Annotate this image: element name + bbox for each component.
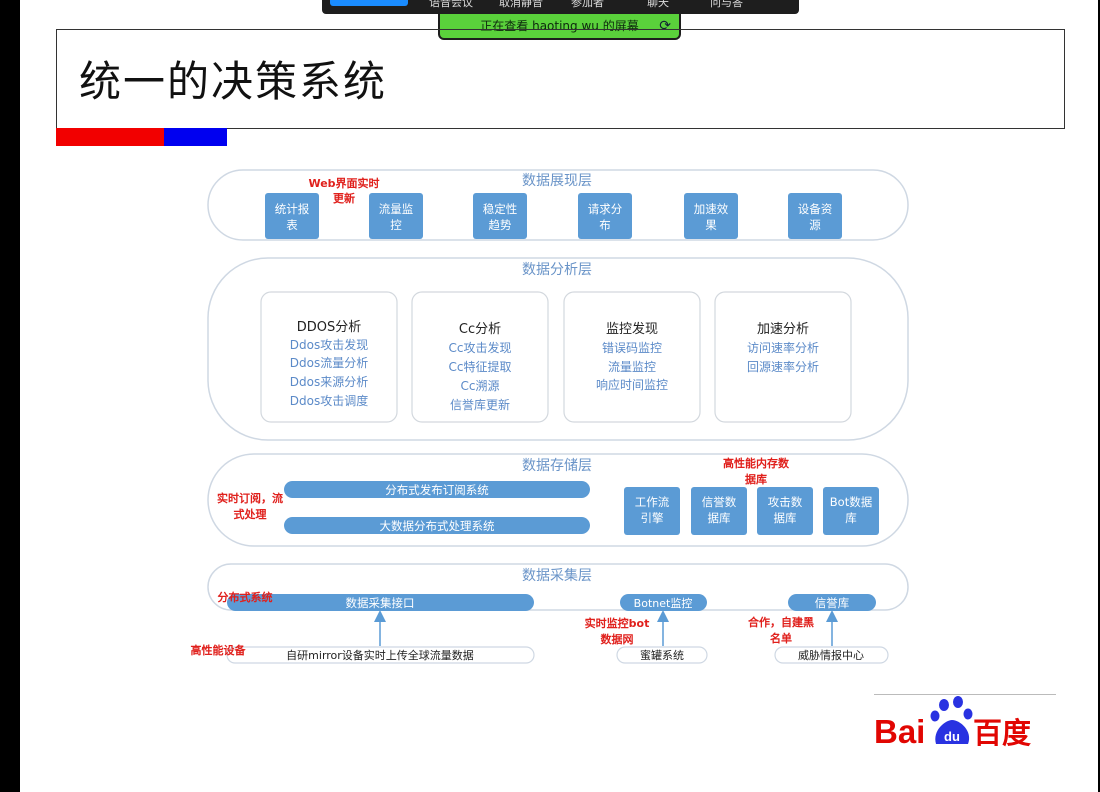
logo-text-chinese: 百度 [973,717,1031,750]
baidu-logo: Bai du 百度 [874,694,1056,750]
reputation-db-bar: 信誉库 [788,594,876,611]
storage-box-line1: 工作流 [635,495,670,509]
stream-processing-note-line1: 实时订阅，流 [217,491,283,505]
bot-monitor-note-line1: 实时监控bot [585,616,650,630]
analysis-layer-title: 数据分析层 [522,262,592,278]
bigdata-system-label: 大数据分布式处理系统 [380,519,495,533]
presentation-box-line2: 果 [705,218,717,232]
analysis-card-item: 回源速率分析 [747,359,819,374]
logo-paw-text: du [944,729,960,744]
logo-text-bai: Bai [874,713,925,750]
analysis-card-monitoring: 监控发现 错误码监控 流量监控 响应时间监控 [563,291,701,423]
analysis-card-item: 流量监控 [608,360,656,374]
stream-processing-note-line2: 式处理 [234,507,267,521]
presentation-box-line2: 控 [390,218,402,232]
storage-box: 攻击数 据库 [757,487,813,535]
analysis-card-item: 信誉库更新 [450,397,510,412]
bot-monitor-note-line2: 数据网 [601,632,634,646]
analysis-card-item: Ddos攻击调度 [290,393,368,408]
analysis-card-cc: Cc分析 Cc攻击发现 Cc特征提取 Cc溯源 信誉库更新 [411,291,549,423]
botnet-monitor-label: Botnet监控 [634,596,693,610]
architecture-diagram: 数据展现层 数据分析层 数据存储层 数据采集层 统计报 表 流量监 控 稳定性 … [191,169,909,664]
storage-box-line2: 引擎 [641,511,664,525]
analysis-card-item: 访问速率分析 [747,340,819,355]
blacklist-note-line1: 合作，自建黑 [748,615,814,629]
paw-icon: du [930,696,973,744]
presentation-box-line1: 加速效 [694,202,729,216]
presentation-box: 设备资 源 [788,193,842,239]
presentation-box: 流量监 控 [369,193,423,239]
web-update-note-line2: 更新 [333,191,355,205]
presentation-box-line2: 布 [599,218,611,232]
analysis-card-item: Cc溯源 [461,378,500,393]
presentation-box-line2: 源 [809,218,821,232]
web-update-note-line1: Web界面实时 [308,176,379,190]
memory-db-note-line1: 高性能内存数 [723,456,790,470]
presentation-box: 统计报 表 [265,193,319,239]
botnet-monitor-bar: Botnet监控 [620,594,707,611]
storage-box: 信誉数 据库 [691,487,747,535]
pubsub-system-bar: 分布式发布订阅系统 [284,481,590,498]
analysis-card-item: 错误码监控 [602,341,662,355]
storage-box-line2: 据库 [774,511,797,525]
analysis-card-item: Ddos来源分析 [290,375,368,389]
storage-box-line2: 库 [845,511,857,525]
reputation-db-label: 信誉库 [815,596,850,610]
presentation-box-line1: 流量监 [379,202,414,216]
presentation-layer-title: 数据展现层 [522,173,592,189]
threat-intel-label: 威胁情报中心 [798,648,864,662]
analysis-card-item: 响应时间监控 [596,377,668,392]
analysis-card-title: 加速分析 [757,322,809,337]
analysis-card-ddos: DDOS分析 Ddos攻击发现 Ddos流量分析 Ddos来源分析 Ddos攻击… [260,291,398,423]
analysis-card-item: Ddos攻击发现 [290,337,368,352]
analysis-card-title: DDOS分析 [297,320,362,335]
collection-interface-label: 数据采集接口 [346,596,415,610]
storage-box-line1: 攻击数 [768,495,803,509]
storage-box-line2: 据库 [708,511,731,525]
analysis-card-title: 监控发现 [606,321,658,337]
presentation-box-line1: 请求分 [588,202,623,216]
presentation-box-line2: 表 [286,218,298,232]
bigdata-system-bar: 大数据分布式处理系统 [284,517,590,534]
analysis-card-title: Cc分析 [459,322,501,337]
presentation-box-line1: 设备资 [798,202,833,216]
analysis-card-item: Cc特征提取 [449,359,512,374]
storage-box-line1: 信誉数 [702,495,737,509]
collection-interface-bar: 数据采集接口 [227,594,534,611]
presentation-box: 稳定性 趋势 [473,193,527,239]
storage-box: 工作流 引擎 [624,487,680,535]
memory-db-note-line2: 据库 [745,472,767,486]
pubsub-system-label: 分布式发布订阅系统 [385,483,489,497]
presentation-box-line1: 统计报 [275,202,310,216]
storage-box-line1: Bot数据 [830,495,873,509]
analysis-card-item: Cc攻击发现 [449,340,512,355]
presentation-box-line2: 趋势 [489,218,512,232]
high-perf-device-note: 高性能设备 [191,643,247,657]
collection-layer-title: 数据采集层 [522,567,592,584]
mirror-device-label: 自研mirror设备实时上传全球流量数据 [286,648,474,662]
analysis-card-acceleration: 加速分析 访问速率分析 回源速率分析 [714,291,852,423]
storage-box: Bot数据 库 [823,487,879,535]
presentation-box: 加速效 果 [684,193,738,239]
storage-layer-title: 数据存储层 [522,458,592,474]
blacklist-note-line2: 名单 [770,631,792,645]
analysis-card-item: Ddos流量分析 [290,356,368,370]
honeypot-label: 蜜罐系统 [640,648,684,662]
presentation-box-line1: 稳定性 [483,202,518,216]
distributed-system-note: 分布式系统 [218,590,273,604]
presentation-box: 请求分 布 [578,193,632,239]
